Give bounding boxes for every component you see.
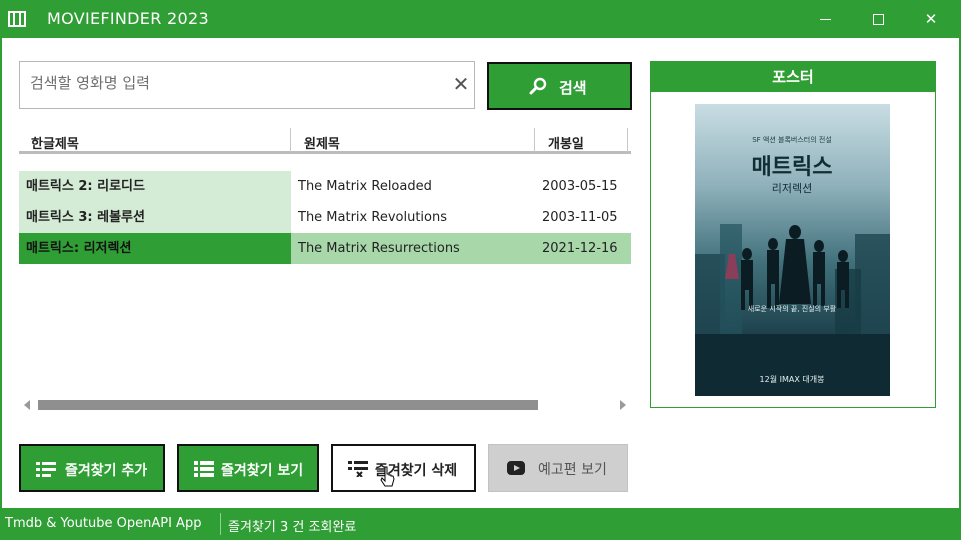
film-icon (8, 11, 26, 27)
list-icon (194, 461, 214, 477)
view-trailer-label: 예고편 보기 (538, 462, 607, 478)
poster-header: 포스터 (651, 62, 935, 92)
poster-subtitle: 리저렉션 (772, 182, 812, 195)
poster-top-text: SF 액션 블록버스터의 전설 (752, 135, 832, 144)
minimize-icon (819, 19, 831, 20)
poster-tagline: 새로운 시작의 끝, 진실의 부활 (748, 304, 837, 313)
list-remove-icon (348, 461, 368, 477)
youtube-icon (507, 461, 525, 475)
scrollbar-thumb[interactable] (38, 400, 538, 410)
original-title-cell: The Matrix Reloaded (298, 179, 432, 194)
search-icon (529, 77, 547, 95)
status-message: 즐겨찾기 3 건 조회완료 (228, 520, 357, 535)
original-title-cell: The Matrix Resurrections (291, 233, 535, 264)
korean-title-cell: 매트릭스 2: 리로디드 (19, 171, 291, 202)
clear-search-icon[interactable]: ✕ (452, 74, 470, 94)
column-divider[interactable] (627, 128, 628, 152)
add-favorite-label: 즐겨찾기 추가 (65, 463, 148, 479)
column-header-release-date[interactable]: 개봉일 (548, 133, 584, 152)
movie-poster-image: SF 액션 블록버스터의 전설 매트릭스 리저렉션 새로운 시작의 끝, 진실의… (695, 104, 890, 396)
scroll-right-icon[interactable] (620, 400, 626, 410)
poster-panel: 포스터 SF 액션 블록버스터의 전설 매트릭스 리저렉션 새로운 시작의 끝,… (650, 61, 936, 408)
status-bar: Tmdb & Youtube OpenAPI App 즐겨찾기 3 건 조회완료 (0, 508, 961, 540)
poster-title: 매트릭스 (752, 155, 833, 180)
title-bar: MOVIEFINDER 2023 ✕ (0, 0, 961, 38)
original-title-cell: The Matrix Revolutions (298, 210, 447, 225)
view-favorites-button[interactable]: 즐겨찾기 보기 (177, 444, 319, 492)
horizontal-scrollbar[interactable] (19, 398, 631, 412)
add-favorite-button[interactable]: 즐겨찾기 추가 (19, 444, 165, 492)
movie-table: 한글제목 원제목 개봉일 매트릭스 2: 리로디드 The Matrix Rel… (19, 126, 631, 416)
table-row[interactable]: 매트릭스 2: 리로디드 The Matrix Reloaded 2003-05… (19, 171, 631, 202)
poster-artwork: SF 액션 블록버스터의 전설 매트릭스 리저렉션 새로운 시작의 끝, 진실의… (695, 135, 890, 396)
status-divider (220, 513, 221, 535)
korean-title-cell: 매트릭스 3: 레볼루션 (19, 202, 291, 233)
window-title: MOVIEFINDER 2023 (47, 9, 209, 28)
poster-release-text: 12월 IMAX 대개봉 (760, 374, 825, 384)
minimize-button[interactable] (800, 0, 850, 38)
korean-title-cell: 매트릭스: 리저렉션 (19, 233, 291, 264)
view-favorites-label: 즐겨찾기 보기 (221, 463, 304, 479)
table-header: 한글제목 원제목 개봉일 (19, 126, 631, 154)
mouse-pointer-icon (380, 466, 395, 487)
search-button[interactable]: 검색 (487, 62, 632, 110)
table-row-selected[interactable]: 매트릭스: 리저렉션 The Matrix Resurrections 2021… (19, 233, 631, 264)
column-header-original-title[interactable]: 원제목 (304, 133, 340, 152)
list-add-icon (36, 462, 56, 477)
release-date-cell: 2003-05-15 (542, 179, 618, 194)
scroll-left-icon[interactable] (24, 400, 30, 410)
maximize-button[interactable] (853, 0, 903, 38)
column-divider[interactable] (534, 128, 535, 152)
delete-favorite-button[interactable]: 즐겨찾기 삭제 (331, 444, 476, 492)
view-trailer-button[interactable]: 예고편 보기 (488, 444, 628, 492)
release-date-cell: 2021-12-16 (535, 233, 631, 264)
column-divider[interactable] (290, 128, 291, 152)
close-window-button[interactable]: ✕ (906, 0, 956, 38)
search-box: ✕ (19, 61, 475, 109)
search-button-label: 검색 (559, 79, 587, 97)
column-header-korean-title[interactable]: 한글제목 (31, 133, 79, 152)
status-app-name: Tmdb & Youtube OpenAPI App (5, 516, 202, 531)
table-row[interactable]: 매트릭스 3: 레볼루션 The Matrix Revolutions 2003… (19, 202, 631, 233)
search-input[interactable] (30, 68, 440, 98)
maximize-icon (872, 14, 884, 25)
release-date-cell: 2003-11-05 (542, 210, 618, 225)
close-icon: ✕ (924, 10, 938, 28)
